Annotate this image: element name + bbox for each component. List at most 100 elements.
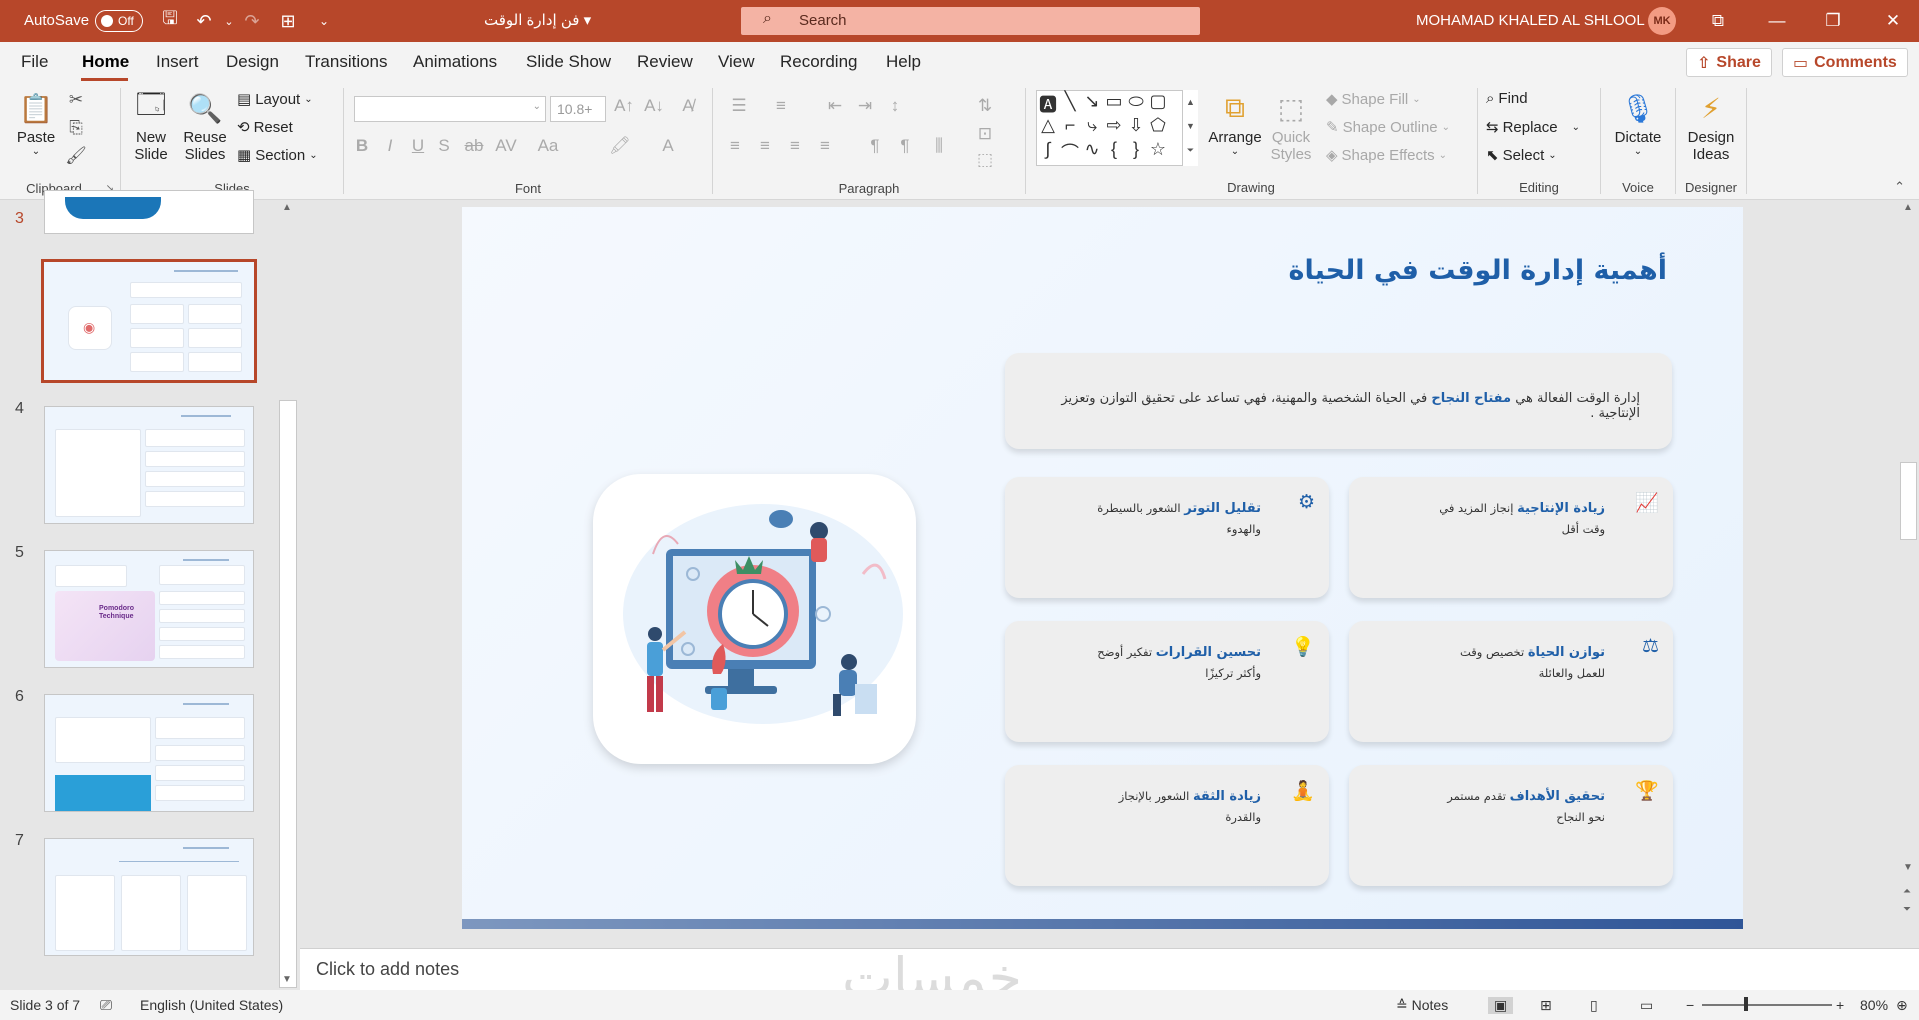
right-arrow-shape-icon[interactable]: ⇨ [1103,115,1125,139]
change-case-icon[interactable]: Aa [536,136,560,156]
oval-shape-icon[interactable]: ⬭ [1125,91,1147,115]
reading-view-icon[interactable]: ▯ [1590,997,1598,1014]
tab-design[interactable]: Design [226,52,279,72]
line-spacing-icon[interactable]: ↕ [883,96,907,116]
zoom-level[interactable]: 80% [1860,997,1888,1013]
tab-slide-show[interactable]: Slide Show [526,52,611,72]
current-slide[interactable]: أهمية إدارة الوقت في الحياة إدارة الوقت … [462,207,1743,929]
slide-scrollbar[interactable]: ▲ ▼ ⏶ ⏷ [1898,200,1919,940]
elbow-connector-icon[interactable]: ⌐ [1059,115,1081,139]
reuse-slides-button[interactable]: 🔍 Reuse Slides [183,90,227,164]
redo-icon[interactable]: ↷ [240,9,264,33]
shadow-icon[interactable]: S [432,136,456,156]
left-brace-icon[interactable]: { [1103,139,1125,163]
format-painter-icon[interactable]: 🖌 [64,146,88,166]
tab-help[interactable]: Help [886,52,921,72]
bullets-icon[interactable]: ☰ [727,96,751,116]
restore-icon[interactable]: ❐ [1818,6,1848,36]
avatar[interactable]: MK [1648,7,1676,35]
document-title[interactable]: فن إدارة الوقت ▾ [484,11,591,29]
bold-icon[interactable]: B [350,136,374,156]
char-spacing-icon[interactable]: AV [494,136,518,156]
section-button[interactable]: ▦ Section ⌄ [237,146,318,165]
thumbnail-slide-2-partial[interactable] [44,190,254,234]
normal-view-icon[interactable]: ▣ [1488,997,1514,1014]
decrease-indent-icon[interactable]: ⇤ [823,96,847,116]
align-right-icon[interactable]: ≡ [783,136,807,156]
close-icon[interactable]: ✕ [1878,6,1908,36]
present-icon[interactable]: ⊞ [276,9,300,33]
rtl-icon[interactable]: ¶ [893,136,917,156]
align-center-icon[interactable]: ≡ [753,136,777,156]
next-slide-icon[interactable]: ⏷ [1903,904,1911,915]
increase-indent-icon[interactable]: ⇥ [853,96,877,116]
shapes-more-icon[interactable]: ⏷ [1183,138,1198,162]
clear-formatting-icon[interactable]: A̸ [676,96,700,116]
slide-title[interactable]: أهمية إدارة الوقت في الحياة [1289,255,1667,286]
notes-pane[interactable]: Click to add notes [300,948,1919,990]
ltr-icon[interactable]: ¶ [863,136,887,156]
increase-font-icon[interactable]: A↑ [612,96,636,116]
right-brace-icon[interactable]: } [1125,139,1147,163]
rectangle-shape-icon[interactable]: ▭ [1103,91,1125,115]
shapes-scroll[interactable]: ▲ ▼ ⏷ [1182,90,1198,166]
shape-effects-button[interactable]: ◈ Shape Effects ⌄ [1326,146,1447,165]
align-text-icon[interactable]: ⊡ [973,124,997,144]
italic-icon[interactable]: I [378,136,402,156]
underline-icon[interactable]: U [406,136,430,156]
undo-icon[interactable]: ↶ [192,9,216,33]
new-slide-button[interactable]: 🗔 New Slide [129,89,173,163]
accessibility-icon[interactable]: ⎚ [100,997,112,1014]
user-name[interactable]: MOHAMAD KHALED AL SHLOOL [1416,12,1645,29]
notes-placeholder[interactable]: Click to add notes [316,959,459,980]
scroll-down-icon[interactable]: ▼ [1903,862,1913,873]
align-left-icon[interactable]: ≡ [723,136,747,156]
tab-animations[interactable]: Animations [413,52,497,72]
collapse-ribbon-icon[interactable]: ⌃ [1894,179,1905,195]
scroll-down-icon[interactable]: ▼ [282,974,292,985]
reset-button[interactable]: ⟲ Reset [237,118,293,137]
tab-home[interactable]: Home [82,52,129,72]
undo-dropdown-icon[interactable]: ⌄ [217,9,241,33]
textbox-shape-icon[interactable]: 🅰 [1037,91,1059,115]
shapes-gallery[interactable]: 🅰 ╲ ↘ ▭ ⬭ ▢ △ ⌐ ⤷ ⇨ ⇩ ⬠ ∫ ⌒ ∿{} ☆ [1036,90,1194,166]
arc-shape-icon[interactable]: ⌒ [1059,139,1081,163]
minimize-icon[interactable]: — [1762,6,1792,36]
select-button[interactable]: ⬉ Select ⌄ [1486,146,1557,165]
curved-connector-icon[interactable]: ⤷ [1081,115,1103,139]
save-icon[interactable]: 🖫 [158,8,182,33]
triangle-shape-icon[interactable]: △ [1037,115,1059,139]
star-shape-icon[interactable]: ☆ [1147,139,1169,163]
tab-file[interactable]: File [21,52,48,72]
comments-button[interactable]: ▭ Comments [1782,48,1908,77]
smartart-icon[interactable]: ⬚ [973,150,997,170]
shape-outline-button[interactable]: ✎ Shape Outline ⌄ [1326,118,1450,137]
tab-view[interactable]: View [718,52,755,72]
line-shape-icon[interactable]: ╲ [1059,91,1081,115]
find-button[interactable]: ⌕ Find [1486,90,1528,107]
search-box[interactable]: ⌕ Search [741,7,1200,35]
copy-icon[interactable]: ⎘ [64,118,88,138]
benefit-card[interactable]: ⚙ تقليل التوتر الشعور بالسيطرة والهدوء [1005,477,1329,598]
font-name-box[interactable]: ⌄ [354,96,546,122]
benefit-card[interactable]: 💡 تحسين القرارات تفكير أوضح وأكثر تركيزً… [1005,621,1329,742]
font-size-box[interactable]: 10.8+ [550,96,606,122]
fit-to-window-icon[interactable]: ⊕ [1896,997,1908,1014]
freeform-shape-icon[interactable]: ∫ [1037,139,1059,163]
cut-icon[interactable]: ✂ [64,90,88,110]
previous-slide-icon[interactable]: ⏶ [1903,886,1911,897]
zoom-out-icon[interactable]: − [1686,997,1694,1013]
slide-scroll-thumb[interactable] [1900,462,1917,540]
tab-transitions[interactable]: Transitions [305,52,388,72]
slide-sorter-icon[interactable]: ⊞ [1540,997,1552,1014]
scroll-up-icon[interactable]: ▲ [1903,202,1913,213]
share-button[interactable]: ⇧ Share [1686,48,1772,77]
tab-insert[interactable]: Insert [156,52,199,72]
slideshow-view-icon[interactable]: ▭ [1640,997,1653,1014]
customize-qat-icon[interactable]: ⌄ [312,9,336,33]
arrange-button[interactable]: ⧉ Arrange ⌄ [1208,90,1262,158]
ribbon-display-icon[interactable]: ⧉ [1703,6,1733,36]
down-arrow-shape-icon[interactable]: ⇩ [1125,115,1147,139]
tab-review[interactable]: Review [637,52,693,72]
decrease-font-icon[interactable]: A↓ [642,96,666,116]
